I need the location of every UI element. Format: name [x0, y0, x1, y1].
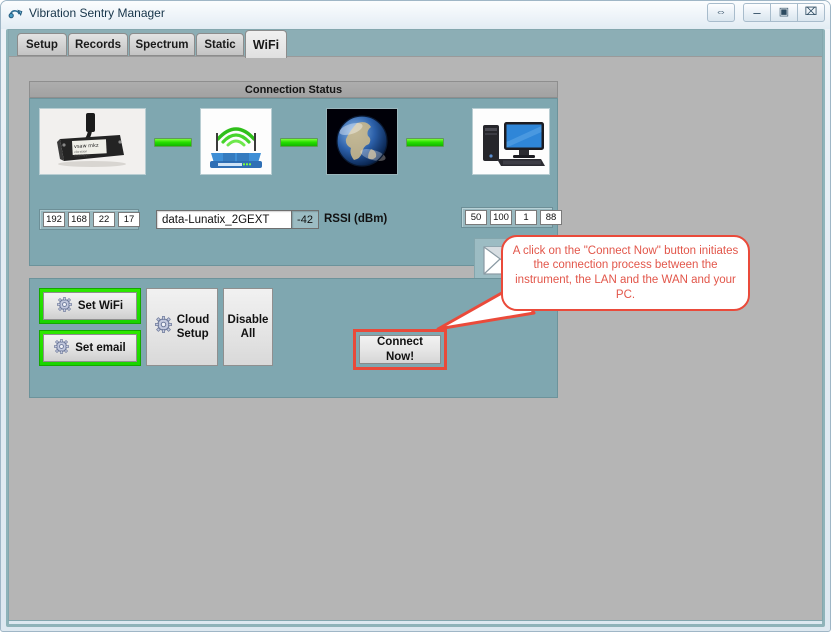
gear-icon [54, 339, 70, 357]
tab-spectrum-label: Spectrum [135, 38, 189, 51]
rssi-label: RSSI (dBm) [324, 213, 388, 225]
link-bar-router-internet [280, 138, 318, 147]
pc-ip-octet-1[interactable]: 50 [465, 210, 487, 225]
rssi-value: -42 [297, 213, 313, 226]
connection-status-title-label: Connection Status [244, 83, 343, 96]
connect-now-label-line2: Now! [385, 350, 415, 363]
disable-all-label-line2: All [240, 328, 256, 340]
set-wifi-button[interactable]: Set WiFi [43, 292, 137, 320]
tab-setup-label: Setup [26, 38, 58, 51]
link-bar-internet-pc [406, 138, 444, 147]
link-bar-instrument-router [154, 138, 192, 147]
disable-all-label-line1: Disable [227, 313, 269, 326]
app-icon [8, 6, 24, 22]
connection-status-panel: vsaw mkz vibration datalogger 192 168 22… [29, 98, 562, 281]
connect-now-button[interactable]: Connect Now! [359, 335, 441, 364]
client-area: Setup Records Spectrum Static WiFi Conne… [8, 29, 823, 621]
pc-ip-group[interactable]: 50 100 1 88 [461, 207, 562, 228]
tab-records-label: Records [74, 38, 122, 51]
pc-icon [472, 108, 550, 175]
resize-button[interactable]: ⇔ [707, 3, 735, 22]
cloud-setup-button[interactable]: Cloud Setup [146, 288, 218, 366]
connect-now-label-line1: Connect [377, 335, 423, 348]
instrument-image: vsaw mkz vibration datalogger [39, 108, 146, 175]
title-bar: Vibration Sentry Manager ⇔ – ▣ ⌧ [1, 1, 830, 27]
router-icon [200, 108, 272, 175]
ssid-input[interactable]: data-Lunatix_2GEXT [156, 210, 292, 229]
actions-panel: Set WiFi Set email Cloud Setup Disable A… [29, 278, 558, 398]
rssi-value-field: -42 [291, 210, 319, 229]
tab-static[interactable]: Static [196, 33, 244, 56]
pc-ip-octet-2[interactable]: 100 [490, 210, 512, 225]
application-window: Vibration Sentry Manager ⇔ – ▣ ⌧ Setup R… [0, 0, 831, 632]
tab-spectrum[interactable]: Spectrum [129, 33, 195, 56]
instrument-ip-octet-4[interactable]: 17 [118, 212, 140, 227]
disable-all-button[interactable]: Disable All [223, 288, 273, 366]
pc-ip-octet-4[interactable]: 88 [540, 210, 562, 225]
tab-setup[interactable]: Setup [17, 33, 67, 56]
tab-records[interactable]: Records [68, 33, 128, 56]
set-wifi-highlight: Set WiFi [39, 288, 141, 324]
instrument-ip-octet-1[interactable]: 192 [43, 212, 65, 227]
maximize-button[interactable]: ▣ [770, 3, 798, 22]
tab-static-label: Static [204, 38, 236, 51]
window-title: Vibration Sentry Manager [29, 6, 165, 20]
tab-wifi[interactable]: WiFi [245, 30, 287, 58]
callout-text: A click on the "Connect Now" button init… [512, 244, 739, 301]
close-button[interactable]: ⌧ [797, 3, 825, 22]
callout-tooltip: A click on the "Connect Now" button init… [501, 235, 750, 311]
set-wifi-label: Set WiFi [77, 300, 124, 312]
cloud-setup-label-line1: Cloud [176, 313, 210, 326]
instrument-ip-octet-2[interactable]: 168 [68, 212, 90, 227]
set-email-highlight: Set email [39, 330, 141, 366]
set-email-button[interactable]: Set email [43, 334, 137, 362]
tab-strip: Setup Records Spectrum Static WiFi [9, 30, 822, 58]
gear-icon [56, 297, 72, 315]
gear-icon [154, 316, 172, 337]
connect-now-highlight: Connect Now! [353, 329, 447, 370]
set-email-label: Set email [75, 342, 126, 354]
instrument-ip-group[interactable]: 192 168 22 17 [39, 209, 140, 230]
instrument-ip-octet-3[interactable]: 22 [93, 212, 115, 227]
pc-ip-octet-3[interactable]: 1 [515, 210, 537, 225]
window-controls: ⇔ – ▣ ⌧ [707, 3, 825, 22]
connection-status-title: Connection Status [29, 81, 558, 98]
tab-wifi-label: WiFi [252, 37, 280, 52]
ssid-value: data-Lunatix_2GEXT [162, 213, 270, 226]
minimize-button[interactable]: – [743, 3, 771, 22]
globe-icon [326, 108, 398, 175]
cloud-setup-label-line2: Setup [176, 328, 209, 340]
